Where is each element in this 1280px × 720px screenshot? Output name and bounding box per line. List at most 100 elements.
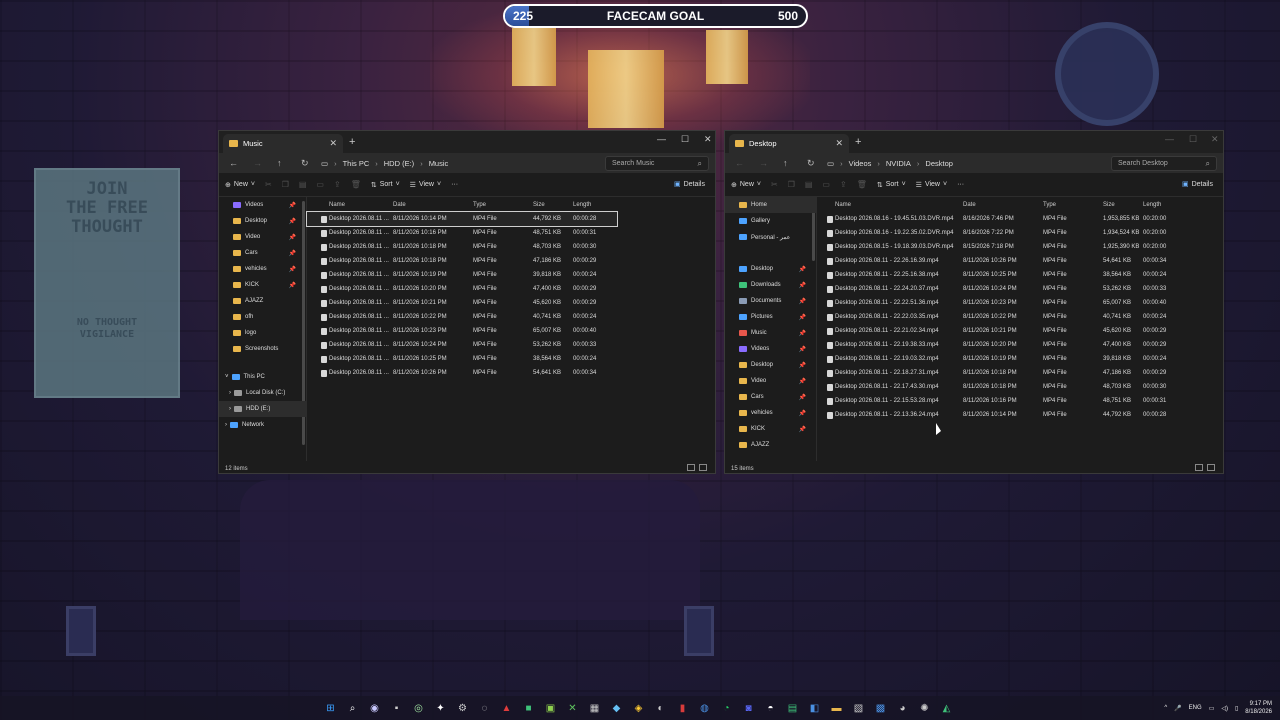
- start-icon[interactable]: ⊞: [322, 700, 339, 717]
- table-row[interactable]: Desktop 2026.08.11 - 22.24.20.37.mp4 8/11…: [817, 282, 1223, 296]
- table-row[interactable]: Desktop 2026.08.11 - 22.21.02.34.mp4 8/11…: [817, 324, 1223, 338]
- table-row[interactable]: Desktop 2026.08.11 - 22.15.53.28.mp4 8/11…: [817, 394, 1223, 408]
- table-row[interactable]: Desktop 2026.08.11 ... 8/11/2026 10:24 PM…: [307, 338, 617, 352]
- clock[interactable]: 9:17 PM 8/18/2026: [1245, 700, 1272, 716]
- column-header-name[interactable]: Name: [329, 202, 345, 208]
- sidebar-item[interactable]: Documents 📌: [725, 293, 816, 309]
- column-header-date[interactable]: Date: [963, 202, 976, 208]
- app-icon-20[interactable]: ▤: [784, 700, 801, 717]
- more-options-button[interactable]: ···: [957, 181, 964, 188]
- column-header-date[interactable]: Date: [393, 202, 406, 208]
- maximize-button[interactable]: ☐: [1189, 134, 1197, 145]
- app-icon-5[interactable]: ⚙: [454, 700, 471, 717]
- app-icon-24[interactable]: ◕: [894, 700, 911, 717]
- search-input[interactable]: Search Desktop ⌕: [1111, 156, 1217, 171]
- table-row[interactable]: Desktop 2026.08.11 - 22.26.16.39.mp4 8/11…: [817, 254, 1223, 268]
- column-header-length[interactable]: Length: [1143, 202, 1161, 208]
- close-window-button[interactable]: ✕: [704, 134, 712, 145]
- app-icon-17[interactable]: ◔: [718, 700, 735, 717]
- cut-icon[interactable]: ✂: [771, 180, 778, 189]
- sidebar-item[interactable]: Videos 📌: [725, 341, 816, 357]
- table-row[interactable]: Desktop 2026.08.11 - 22.22.03.35.mp4 8/11…: [817, 310, 1223, 324]
- sidebar-item[interactable]: KICK 📌: [219, 277, 306, 293]
- sort-button[interactable]: ⇅ Sort ˅: [371, 181, 400, 189]
- table-row[interactable]: Desktop 2026.08.11 ... 8/11/2026 10:20 PM…: [307, 282, 617, 296]
- refresh-icon[interactable]: ↻: [301, 158, 315, 169]
- app-icon-15[interactable]: ▮: [674, 700, 691, 717]
- table-row[interactable]: Desktop 2026.08.11 ... 8/11/2026 10:23 PM…: [307, 324, 617, 338]
- breadcrumb-item[interactable]: This PC: [343, 159, 370, 168]
- table-row[interactable]: Desktop 2026.08.11 - 22.17.43.30.mp4 8/11…: [817, 380, 1223, 394]
- cut-icon[interactable]: ✂: [265, 180, 272, 189]
- close-window-button[interactable]: ✕: [1211, 134, 1219, 145]
- breadcrumb-item[interactable]: Desktop: [925, 159, 953, 168]
- table-row[interactable]: Desktop 2026.08.15 - 19.18.39.03.DVR.mp4…: [817, 240, 1223, 254]
- search-input[interactable]: Search Music ⌕: [605, 156, 709, 171]
- breadcrumb-item[interactable]: Videos: [849, 159, 872, 168]
- share-icon[interactable]: ⇪: [334, 180, 341, 189]
- column-header-length[interactable]: Length: [573, 202, 591, 208]
- close-tab-icon[interactable]: ✕: [835, 138, 843, 149]
- tiles-view-icon[interactable]: [699, 464, 707, 471]
- sidebar-item[interactable]: Videos 📌: [219, 197, 306, 213]
- app-icon-14[interactable]: ◐: [652, 700, 669, 717]
- refresh-icon[interactable]: ↻: [807, 158, 821, 169]
- table-row[interactable]: Desktop 2026.08.11 ... 8/11/2026 10:19 PM…: [307, 268, 617, 282]
- sidebar-item[interactable]: Screenshots: [219, 341, 306, 357]
- sidebar-item[interactable]: Cars 📌: [725, 389, 816, 405]
- back-icon[interactable]: ←: [735, 158, 749, 168]
- app-icon-12[interactable]: ◆: [608, 700, 625, 717]
- copy-icon[interactable]: ❐: [788, 180, 795, 189]
- view-button[interactable]: ☰ View ˅: [410, 181, 441, 189]
- app-icon-21[interactable]: ◧: [806, 700, 823, 717]
- table-row[interactable]: Desktop 2026.08.11 - 22.18.27.31.mp4 8/11…: [817, 366, 1223, 380]
- table-row[interactable]: Desktop 2026.08.11 - 22.13.36.24.mp4 8/11…: [817, 408, 1223, 422]
- sidebar-item[interactable]: AJAZZ: [219, 293, 306, 309]
- sidebar-item[interactable]: Music 📌: [725, 325, 816, 341]
- more-options-button[interactable]: ···: [451, 181, 458, 188]
- column-header-type[interactable]: Type: [473, 202, 486, 208]
- microphone-icon[interactable]: 🎤: [1174, 705, 1181, 712]
- details-button[interactable]: ▣ Details: [1182, 180, 1213, 188]
- battery-icon[interactable]: ▯: [1235, 705, 1238, 712]
- sidebar-item[interactable]: Desktop 📌: [725, 261, 816, 277]
- sidebar-item[interactable]: KICK 📌: [725, 421, 816, 437]
- up-icon[interactable]: ↑: [277, 158, 291, 168]
- close-tab-icon[interactable]: ✕: [329, 138, 337, 149]
- details-button[interactable]: ▣ Details: [674, 180, 705, 188]
- forward-icon[interactable]: →: [759, 158, 773, 168]
- paste-icon[interactable]: ▤: [299, 180, 307, 189]
- tiles-view-icon[interactable]: [1207, 464, 1215, 471]
- app-icon-13[interactable]: ◈: [630, 700, 647, 717]
- sidebar-item[interactable]: Personal - عمر: [725, 229, 816, 245]
- app-icon-2[interactable]: ▪: [388, 700, 405, 717]
- table-row[interactable]: Desktop 2026.08.11 ... 8/11/2026 10:22 PM…: [307, 310, 617, 324]
- tree-item[interactable]: ˅ This PC: [219, 369, 306, 385]
- sidebar-item[interactable]: Downloads 📌: [725, 277, 816, 293]
- app-icon-4[interactable]: ✦: [432, 700, 449, 717]
- column-header-size[interactable]: Size: [1103, 202, 1115, 208]
- breadcrumb-item[interactable]: HDD (E:): [384, 159, 414, 168]
- sidebar-item[interactable]: Video 📌: [219, 229, 306, 245]
- app-icon-6[interactable]: ◌: [476, 700, 493, 717]
- table-row[interactable]: Desktop 2026.08.11 ... 8/11/2026 10:26 PM…: [307, 366, 617, 380]
- column-header-name[interactable]: Name: [835, 202, 851, 208]
- copy-icon[interactable]: ❐: [282, 180, 289, 189]
- column-header-size[interactable]: Size: [533, 202, 545, 208]
- table-row[interactable]: Desktop 2026.08.16 - 19.22.35.02.DVR.mp4…: [817, 226, 1223, 240]
- tray-overflow-icon[interactable]: ^: [1164, 705, 1167, 711]
- table-row[interactable]: Desktop 2026.08.11 - 22.22.51.36.mp4 8/11…: [817, 296, 1223, 310]
- app-icon-18[interactable]: ◙: [740, 700, 757, 717]
- sidebar-item[interactable]: Desktop 📌: [725, 357, 816, 373]
- app-icon-26[interactable]: ◭: [938, 700, 955, 717]
- app-icon-3[interactable]: ◎: [410, 700, 427, 717]
- table-row[interactable]: Desktop 2026.08.11 - 22.19.38.33.mp4 8/11…: [817, 338, 1223, 352]
- table-row[interactable]: Desktop 2026.08.16 - 19.45.51.03.DVR.mp4…: [817, 212, 1223, 226]
- new-tab-button[interactable]: +: [855, 136, 861, 148]
- rename-icon[interactable]: ▭: [822, 180, 830, 189]
- sidebar-item[interactable]: Pictures 📌: [725, 309, 816, 325]
- app-icon-7[interactable]: ▲: [498, 700, 515, 717]
- details-view-icon[interactable]: [1195, 464, 1203, 471]
- tab-desktop[interactable]: Desktop ✕: [729, 134, 849, 153]
- paste-icon[interactable]: ▤: [805, 180, 813, 189]
